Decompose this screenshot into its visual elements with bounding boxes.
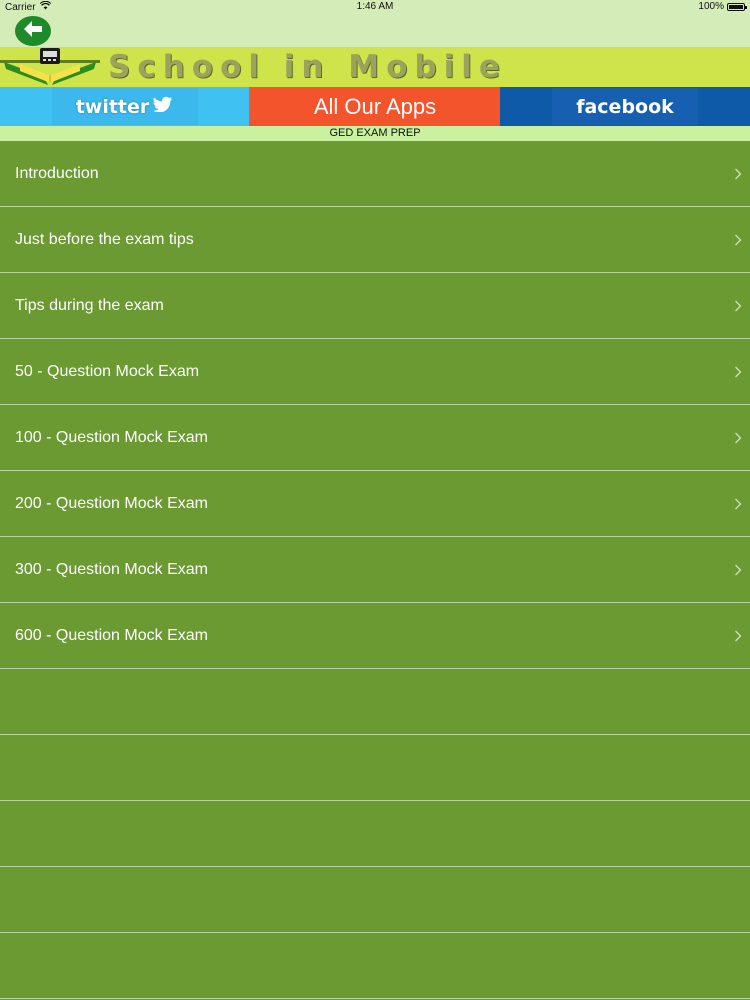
- chevron-right-icon: [734, 471, 742, 536]
- menu-list: Introduction Just before the exam tips Tip…: [0, 141, 750, 999]
- twitter-button[interactable]: twitter: [0, 87, 250, 126]
- all-our-apps-label: All Our Apps: [313, 93, 437, 119]
- facebook-button[interactable]: facebook: [500, 87, 750, 126]
- list-item-label: 300 - Question Mock Exam: [15, 561, 208, 578]
- empty-row: [0, 735, 750, 801]
- app-root: Carrier 1:46 AM 100% School in Mobile tw…: [0, 0, 750, 1000]
- status-bar: Carrier 1:46 AM 100%: [0, 0, 750, 14]
- battery-percent: 100%: [698, 1, 724, 12]
- list-item-label: 100 - Question Mock Exam: [15, 429, 208, 446]
- empty-row: [0, 867, 750, 933]
- page-subtitle: GED EXAM PREP: [0, 126, 750, 141]
- school-logo-icon: [0, 47, 100, 87]
- chevron-right-icon: [734, 207, 742, 272]
- nav-bar: [0, 14, 750, 47]
- list-item-label: 200 - Question Mock Exam: [15, 495, 208, 512]
- list-item[interactable]: 50 - Question Mock Exam: [0, 339, 750, 405]
- chevron-right-icon: [734, 603, 742, 668]
- all-our-apps-button[interactable]: All Our Apps: [250, 87, 500, 126]
- facebook-label: facebook: [576, 95, 674, 118]
- status-right: 100%: [698, 1, 747, 12]
- list-item[interactable]: Tips during the exam: [0, 273, 750, 339]
- empty-row: [0, 669, 750, 735]
- list-item-label: Introduction: [15, 165, 99, 182]
- empty-row: [0, 801, 750, 867]
- list-item[interactable]: 100 - Question Mock Exam: [0, 405, 750, 471]
- back-button[interactable]: [15, 16, 51, 46]
- list-item-label: 50 - Question Mock Exam: [15, 363, 200, 380]
- status-time: 1:46 AM: [356, 1, 394, 12]
- chevron-right-icon: [734, 273, 742, 338]
- battery-icon: [727, 2, 747, 11]
- list-item[interactable]: Just before the exam tips: [0, 207, 750, 273]
- empty-row: [0, 933, 750, 999]
- chevron-right-icon: [734, 405, 742, 470]
- chevron-right-icon: [734, 339, 742, 404]
- twitter-badge: twitter: [51, 88, 198, 125]
- app-banner: School in Mobile: [0, 47, 750, 87]
- arrow-left-icon: [22, 20, 44, 43]
- list-item-label: Tips during the exam: [15, 297, 164, 314]
- chevron-right-icon: [734, 141, 742, 206]
- chevron-right-icon: [734, 537, 742, 602]
- banner-title: School in Mobile: [108, 49, 507, 85]
- list-item[interactable]: Introduction: [0, 141, 750, 207]
- list-item-label: Just before the exam tips: [15, 231, 194, 248]
- list-item[interactable]: 200 - Question Mock Exam: [0, 471, 750, 537]
- twitter-label: twitter: [75, 95, 150, 118]
- list-item-label: 600 - Question Mock Exam: [15, 627, 208, 644]
- list-item[interactable]: 600 - Question Mock Exam: [0, 603, 750, 669]
- social-row: twitter All Our Apps facebook: [0, 87, 750, 126]
- list-item[interactable]: 300 - Question Mock Exam: [0, 537, 750, 603]
- twitter-bird-icon: [153, 96, 173, 117]
- facebook-badge: facebook: [552, 88, 698, 125]
